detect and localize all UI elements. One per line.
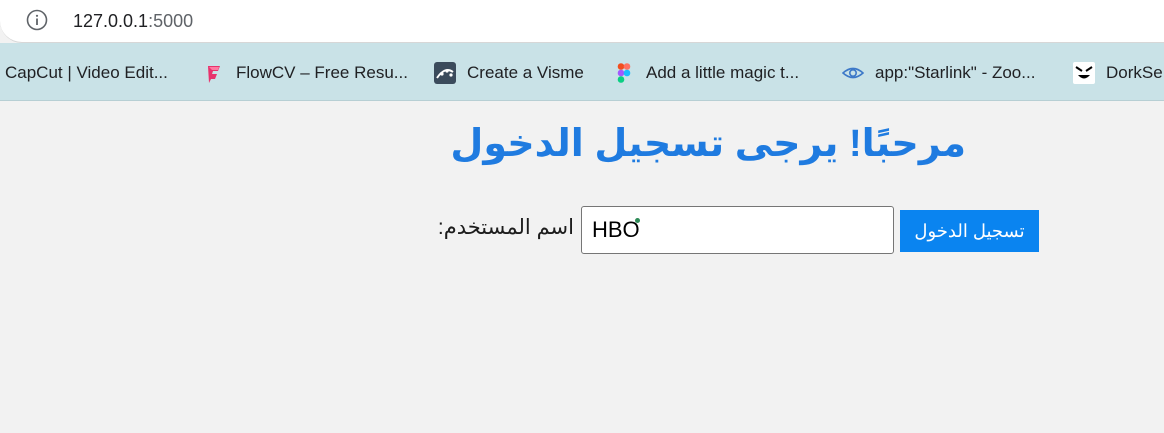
bookmark-dorkse[interactable]: DorkSe — [1073, 61, 1163, 85]
bookmark-label: CapCut | Video Edit... — [5, 63, 168, 82]
bookmark-label: Create a Visme — [467, 63, 584, 82]
url-port: :5000 — [148, 11, 194, 31]
visme-icon — [434, 62, 456, 84]
bookmark-flowcv[interactable]: FlowCV – Free Resu... — [203, 61, 408, 85]
flowcv-icon — [208, 66, 220, 83]
text-cursor-dot — [635, 218, 640, 223]
bookmarks-bar: CapCut | Video Edit... FlowCV – Free Res… — [0, 43, 1164, 101]
bookmark-figma[interactable]: Add a little magic t... — [613, 61, 799, 85]
page-heading: مرحبًا! يرجى تسجيل الدخول — [450, 123, 966, 165]
url-host: 127.0.0.1 — [73, 11, 149, 31]
bookmark-zoomeye[interactable]: app:"Starlink" - Zoo... — [842, 61, 1035, 85]
bookmark-label: DorkSe — [1106, 63, 1163, 82]
figma-icon — [617, 63, 631, 83]
bookmark-label: Add a little magic t... — [646, 63, 800, 82]
address-bar[interactable]: 127.0.0.1:5000 — [0, 0, 1164, 43]
bookmark-label: app:"Starlink" - Zoo... — [875, 63, 1036, 82]
username-input[interactable] — [581, 206, 894, 254]
bookmark-label: FlowCV – Free Resu... — [236, 63, 408, 82]
username-label: اسم المستخدم: — [437, 216, 574, 239]
eye-icon — [842, 67, 864, 79]
login-button[interactable]: تسجيل الدخول — [900, 210, 1039, 252]
url-text[interactable]: 127.0.0.1:5000 — [73, 9, 193, 33]
bookmark-capcut[interactable]: CapCut | Video Edit... — [5, 61, 168, 85]
bookmark-visme[interactable]: Create a Visme — [434, 61, 584, 85]
info-icon[interactable] — [26, 9, 48, 31]
dorkse-icon — [1073, 62, 1095, 84]
